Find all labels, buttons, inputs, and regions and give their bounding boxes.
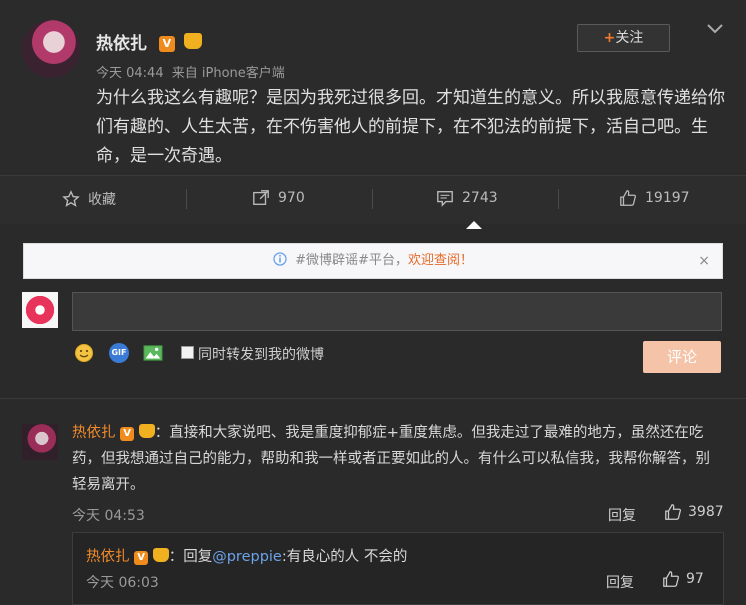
post-source: 来自 iPhone客户端 (171, 66, 285, 81)
verified-v-icon: V (134, 551, 149, 565)
plus-icon: + (603, 30, 616, 46)
thumbs-up-icon (665, 504, 682, 520)
reply-button[interactable]: 回复 (608, 505, 636, 525)
current-user-avatar (22, 292, 58, 328)
close-icon[interactable]: × (698, 244, 710, 278)
thumbs-up-icon (663, 571, 680, 587)
vip-crown-icon (183, 33, 202, 49)
sub-reply-user[interactable]: 热依扎 (86, 549, 130, 565)
comment-like-count: 3987 (688, 504, 724, 520)
comment-action[interactable]: 2743 (436, 189, 498, 207)
like-count: 19197 (645, 190, 690, 206)
follow-label: 关注 (615, 30, 644, 46)
comment-count: 2743 (462, 190, 498, 206)
author-avatar[interactable] (22, 20, 80, 78)
rumor-notice: #微博辟谣#平台，欢迎查阅！ × (23, 243, 723, 279)
comment-input[interactable] (72, 292, 722, 331)
favorite-label: 收藏 (88, 192, 116, 208)
repost-count: 970 (278, 190, 305, 206)
follow-button[interactable]: +关注 (577, 24, 670, 52)
sub-reply-button[interactable]: 回复 (606, 572, 634, 592)
repost-icon (253, 190, 269, 205)
thumbs-up-icon (620, 190, 637, 206)
action-divider (372, 189, 373, 209)
sub-reply-box (72, 532, 724, 605)
sync-repost-label[interactable]: 同时转发到我的微博 (198, 344, 324, 364)
comment-time: 今天 04:53 (72, 508, 145, 524)
comment-icon (437, 191, 453, 207)
action-divider (558, 189, 559, 209)
notice-hashtag[interactable]: #微博辟谣#平台， (295, 253, 408, 268)
comment-separator: ： (154, 425, 170, 441)
post-time[interactable]: 今天 04:44 (96, 66, 164, 81)
sub-reply-text: :有良心的人 不会的 (281, 549, 408, 565)
favorite-action[interactable]: 收藏 (62, 189, 116, 209)
sub-reply-item: 热依扎 V ：回复@preppie:有良心的人 不会的 (86, 545, 407, 566)
comment-pointer (466, 221, 482, 229)
post-meta: 今天 04:44 来自 iPhone客户端 (96, 62, 285, 81)
sub-reply-like-count: 97 (686, 571, 704, 587)
notice-link[interactable]: 欢迎查阅！ (408, 253, 473, 268)
mention-link[interactable]: @preppie (212, 549, 282, 565)
commenter-avatar[interactable] (22, 424, 58, 460)
gif-icon[interactable]: GIF (109, 343, 129, 363)
comment-list-divider (0, 398, 746, 399)
vip-crown-icon (138, 424, 155, 438)
image-icon[interactable] (143, 343, 163, 363)
post-content: 为什么我这么有趣呢？是因为我死过很多回。才知道生的意义。所以我愿意传递给你们有趣… (96, 88, 725, 166)
star-icon (62, 190, 80, 207)
chevron-down-icon[interactable] (706, 22, 724, 36)
submit-comment-button[interactable]: 评论 (643, 341, 721, 373)
comment-item: 热依扎 V ：直接和大家说吧、我是重度抑郁症+重度焦虑。但我走过了最难的地方，虽… (72, 420, 722, 498)
sync-repost-checkbox[interactable] (181, 346, 194, 359)
sub-reply-time: 今天 06:03 (86, 575, 159, 591)
repost-action[interactable]: 970 (252, 189, 305, 207)
verified-v-icon: V (120, 427, 135, 441)
sub-reply-like-button[interactable]: 97 (662, 570, 704, 588)
commenter-name[interactable]: 热依扎 (72, 425, 116, 441)
post-author[interactable]: 热依扎 V (96, 29, 202, 54)
sub-reply-prefix: ：回复 (168, 549, 213, 565)
vip-crown-icon (152, 548, 169, 562)
emoji-icon[interactable] (74, 343, 94, 363)
author-name[interactable]: 热依扎 (96, 34, 147, 54)
info-icon (273, 252, 287, 266)
verified-v-icon: V (158, 36, 175, 52)
action-divider (186, 189, 187, 209)
like-action[interactable]: 19197 (619, 189, 690, 207)
comment-like-button[interactable]: 3987 (664, 503, 724, 521)
